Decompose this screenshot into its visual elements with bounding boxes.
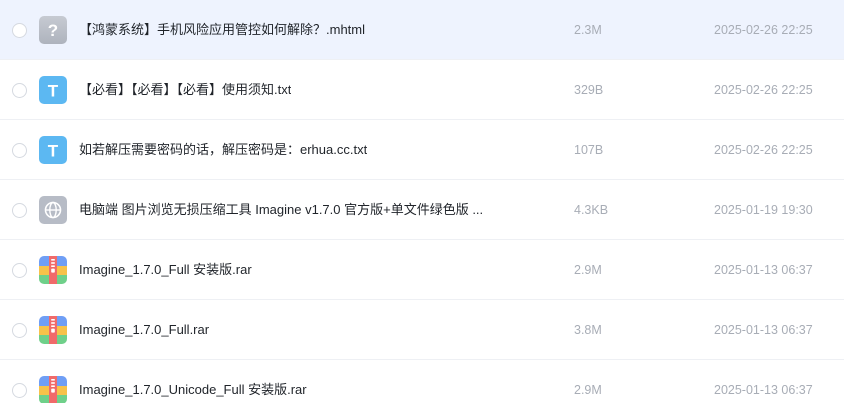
row-checkbox[interactable] (12, 383, 27, 398)
row-checkbox[interactable] (12, 203, 27, 218)
svg-text:T: T (48, 142, 59, 161)
text-file-icon: T (39, 136, 67, 164)
file-name[interactable]: Imagine_1.7.0_Full 安装版.rar (79, 261, 252, 279)
file-name[interactable]: 电脑端 图片浏览无损压缩工具 Imagine v1.7.0 官方版+单文件绿色版… (79, 201, 483, 219)
file-row[interactable]: T 如若解压需要密码的话，解压密码是：erhua.cc.txt 107B 202… (0, 120, 844, 180)
file-size: 2.3M (574, 23, 602, 37)
unknown-file-icon: ? (39, 16, 67, 44)
file-list: ? 【鸿蒙系统】手机风险应用管控如何解除？.mhtml 2.3M 2025-02… (0, 0, 844, 403)
file-row[interactable]: T 【必看】【必看】【必看】使用须知.txt 329B 2025-02-26 2… (0, 60, 844, 120)
web-file-icon (39, 196, 67, 224)
file-row[interactable]: Imagine_1.7.0_Full.rar 3.8M 2025-01-13 0… (0, 300, 844, 360)
file-date: 2025-02-26 22:25 (714, 83, 813, 97)
file-size: 107B (574, 143, 604, 157)
file-date: 2025-02-26 22:25 (714, 23, 813, 37)
file-date: 2025-02-26 22:25 (714, 143, 813, 157)
file-name[interactable]: Imagine_1.7.0_Full.rar (79, 321, 209, 339)
file-name[interactable]: Imagine_1.7.0_Unicode_Full 安装版.rar (79, 381, 307, 399)
file-size: 329B (574, 83, 604, 97)
row-checkbox[interactable] (12, 263, 27, 278)
row-checkbox[interactable] (12, 23, 27, 38)
svg-text:?: ? (48, 21, 58, 40)
row-checkbox[interactable] (12, 83, 27, 98)
text-file-icon: T (39, 76, 67, 104)
file-name[interactable]: 【鸿蒙系统】手机风险应用管控如何解除？.mhtml (79, 21, 365, 39)
archive-file-icon (39, 376, 67, 403)
file-size: 3.8M (574, 323, 602, 337)
file-size: 2.9M (574, 383, 602, 397)
file-date: 2025-01-19 19:30 (714, 203, 813, 217)
file-size: 4.3KB (574, 203, 609, 217)
file-name[interactable]: 如若解压需要密码的话，解压密码是：erhua.cc.txt (79, 141, 367, 159)
file-row[interactable]: 电脑端 图片浏览无损压缩工具 Imagine v1.7.0 官方版+单文件绿色版… (0, 180, 844, 240)
file-row[interactable]: ? 【鸿蒙系统】手机风险应用管控如何解除？.mhtml 2.3M 2025-02… (0, 0, 844, 60)
file-row[interactable]: Imagine_1.7.0_Unicode_Full 安装版.rar 2.9M … (0, 360, 844, 403)
archive-file-icon (39, 256, 67, 284)
file-date: 2025-01-13 06:37 (714, 323, 813, 337)
file-row[interactable]: Imagine_1.7.0_Full 安装版.rar 2.9M 2025-01-… (0, 240, 844, 300)
archive-file-icon (39, 316, 67, 344)
svg-text:T: T (48, 82, 59, 101)
file-date: 2025-01-13 06:37 (714, 263, 813, 277)
row-checkbox[interactable] (12, 323, 27, 338)
row-checkbox[interactable] (12, 143, 27, 158)
file-date: 2025-01-13 06:37 (714, 383, 813, 397)
file-size: 2.9M (574, 263, 602, 277)
file-name[interactable]: 【必看】【必看】【必看】使用须知.txt (79, 81, 291, 99)
